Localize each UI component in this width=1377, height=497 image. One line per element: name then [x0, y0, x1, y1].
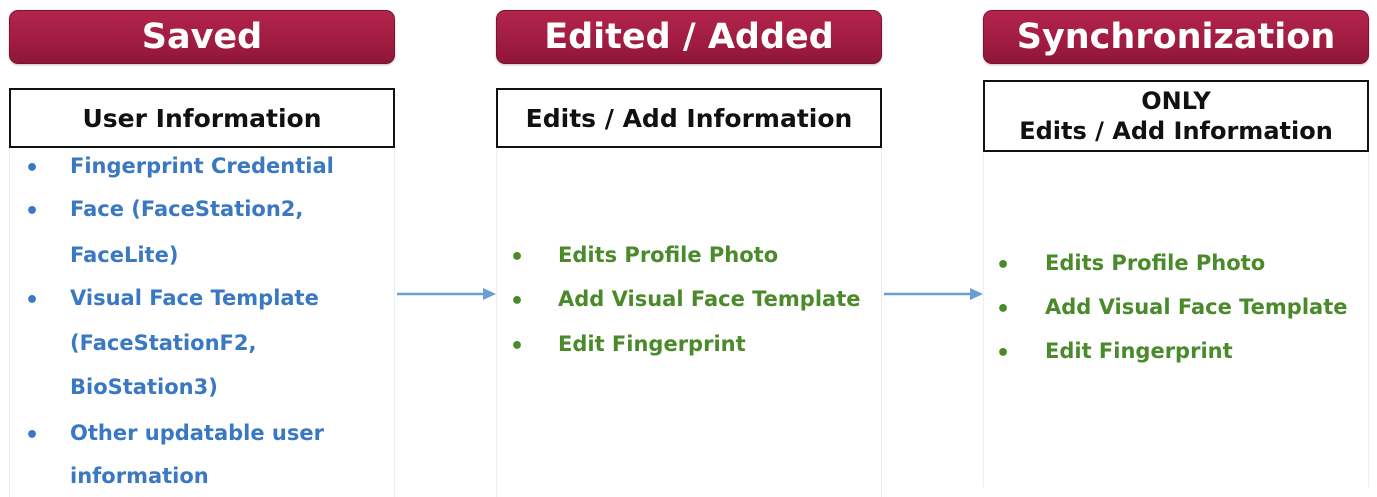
list-item-text: Edits Profile Photo — [558, 243, 779, 267]
list-item-text: Fingerprint Credential — [70, 154, 334, 178]
edited-list: • Edits Profile Photo • Add Visual Face … — [480, 0, 890, 497]
list-item-text: FaceLite) — [70, 243, 179, 267]
bullet-icon: • — [996, 253, 1011, 278]
list-item-text: information — [70, 464, 209, 488]
bullet-icon: • — [25, 288, 40, 313]
list-item-text: Visual Face Template — [70, 286, 319, 310]
list-item-text: Edits Profile Photo — [1045, 251, 1266, 275]
bullet-icon: • — [25, 423, 40, 448]
bullet-icon: • — [996, 341, 1011, 366]
bullet-icon: • — [510, 245, 525, 270]
bullet-icon: • — [510, 334, 525, 359]
arrow-right-icon — [397, 288, 496, 300]
bullet-icon: • — [25, 156, 40, 181]
list-item-text: Edit Fingerprint — [558, 332, 746, 356]
arrow-right-icon — [884, 288, 983, 300]
list-item-text: Edit Fingerprint — [1045, 339, 1233, 363]
list-item-text: Face (FaceStation2, — [70, 197, 304, 221]
list-item-text: Add Visual Face Template — [1045, 295, 1348, 319]
list-item-text: BioStation3) — [70, 375, 218, 399]
saved-list: • Fingerprint Credential • Face (FaceSta… — [0, 0, 400, 497]
list-item-text: Add Visual Face Template — [558, 287, 861, 311]
list-item-text: (FaceStationF2, — [70, 331, 257, 355]
bullet-icon: • — [510, 289, 525, 314]
bullet-icon: • — [996, 297, 1011, 322]
list-item-text: Other updatable user — [70, 421, 324, 445]
sync-list: • Edits Profile Photo • Add Visual Face … — [970, 0, 1377, 497]
bullet-icon: • — [25, 199, 40, 224]
